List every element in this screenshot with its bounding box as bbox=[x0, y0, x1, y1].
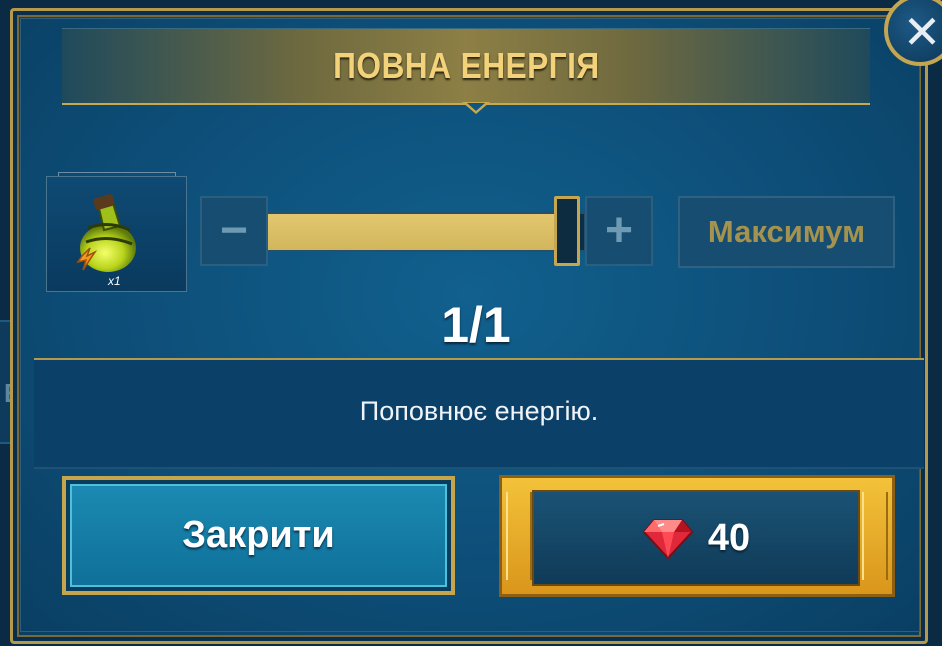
item-description: Поповнює енергію. bbox=[359, 396, 599, 426]
maximum-button-label: Максимум bbox=[707, 214, 866, 249]
close-icon: ✕ bbox=[902, 6, 942, 58]
title-banner: ПОВНА ЕНЕРГІЯ bbox=[62, 28, 870, 105]
energy-potion-icon bbox=[76, 194, 136, 272]
close-button[interactable]: Закрити bbox=[62, 476, 455, 595]
section-divider-bottom bbox=[34, 467, 924, 469]
decrease-button[interactable]: − bbox=[200, 196, 268, 266]
maximum-button[interactable]: Максимум bbox=[678, 196, 895, 268]
ruby-gem-icon bbox=[642, 519, 694, 560]
quantity-slider-thumb[interactable] bbox=[554, 196, 580, 266]
title-notch-ornament bbox=[462, 102, 490, 114]
buy-button-ornament-left bbox=[506, 492, 532, 580]
buy-button-ornament-right bbox=[862, 492, 888, 580]
quantity-slider-fill bbox=[268, 214, 556, 250]
item-quantity-label: x1 bbox=[108, 274, 121, 288]
quantity-counter: 1/1 bbox=[441, 297, 511, 353]
buy-button[interactable]: 40 bbox=[499, 475, 895, 597]
increase-button[interactable]: + bbox=[585, 196, 653, 266]
minus-icon: − bbox=[219, 204, 249, 257]
dialog-title: ПОВНА ЕНЕРГІЯ bbox=[332, 45, 600, 86]
close-button-label: Закрити bbox=[182, 514, 335, 556]
price-label: 40 bbox=[707, 516, 751, 559]
plus-icon: + bbox=[604, 204, 634, 257]
buy-button-inner: 40 bbox=[532, 490, 860, 586]
